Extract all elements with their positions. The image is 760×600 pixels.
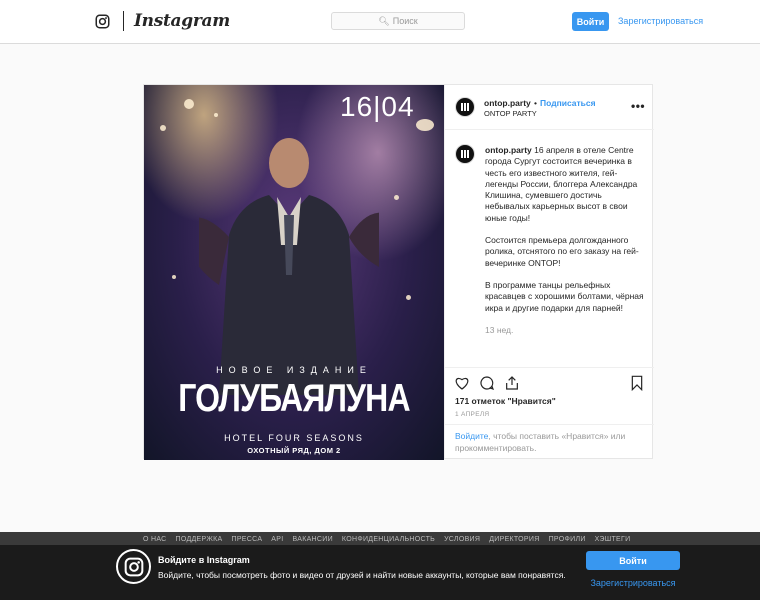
top-navigation-bar: Instagram 🔍︎ Поиск Войти Зарегистрироват… xyxy=(0,0,760,44)
login-banner: Войдите в Instagram Войдите, чтобы посмо… xyxy=(0,545,760,600)
login-prompt: Войдите, чтобы поставить «Нравится» или … xyxy=(445,424,654,454)
camera-glyph-icon xyxy=(95,14,110,28)
footer-link-profiles[interactable]: ПРОФИЛИ xyxy=(549,536,586,543)
banner-title: Войдите в Instagram xyxy=(158,555,250,565)
footer-link-api[interactable]: API xyxy=(271,536,283,543)
post-sidebar: ontop.party • Подписаться ONTOP PARTY ••… xyxy=(444,85,654,458)
share-icon[interactable] xyxy=(504,375,520,391)
image-date-text: 16|04 xyxy=(340,91,415,122)
man-figure-illustration xyxy=(199,138,379,395)
image-venue-text: HOTEL FOUR SEASONS xyxy=(224,433,364,443)
caption-time-ago[interactable]: 13 нед. xyxy=(485,325,645,336)
caption-paragraph-2: Состоится премьера долгожданного ролика,… xyxy=(485,235,639,268)
footer-link-hashtags[interactable]: ХЭШТЕГИ xyxy=(595,536,631,543)
image-address-text: ОХОТНЫЙ РЯД, ДОМ 2 xyxy=(247,446,341,455)
light-spark xyxy=(184,99,194,109)
search-icon: 🔍︎ xyxy=(378,15,390,26)
light-spark xyxy=(394,195,399,200)
comment-icon[interactable] xyxy=(479,375,495,391)
caption-paragraph-1: 16 апреля в отеле Centre города Сургут с… xyxy=(485,145,638,223)
logo-divider xyxy=(123,11,124,31)
post-header: ontop.party • Подписаться ONTOP PARTY ••… xyxy=(445,85,654,130)
post-date[interactable]: 1 АПРЕЛЯ xyxy=(455,411,489,418)
search-input[interactable]: 🔍︎ Поиск xyxy=(331,12,465,30)
footer-link-directory[interactable]: ДИРЕКТОРИЯ xyxy=(489,536,539,543)
light-spark xyxy=(416,119,434,131)
follow-button[interactable]: Подписаться xyxy=(540,98,596,108)
post-caption: ontop.party 16 апреля в отеле Centre гор… xyxy=(485,145,645,347)
light-spark xyxy=(172,275,176,279)
footer-link-privacy[interactable]: КОНФИДЕНЦИАЛЬНОСТЬ xyxy=(342,536,435,543)
caption-paragraph-3: В программе танцы рельефных красавцев с … xyxy=(485,279,644,313)
footer-link-support[interactable]: ПОДДЕРЖКА xyxy=(176,536,223,543)
instagram-wordmark: Instagram xyxy=(134,11,230,31)
footer-link-jobs[interactable]: ВАКАНСИИ xyxy=(292,536,332,543)
header-signup-link[interactable]: Зарегистрироваться xyxy=(618,16,703,26)
instagram-logo[interactable]: Instagram xyxy=(95,11,230,31)
banner-signup-link[interactable]: Зарегистрироваться xyxy=(586,578,680,588)
caption-username[interactable]: ontop.party xyxy=(485,145,532,155)
post-actions: 171 отметок "Нравится" 1 АПРЕЛЯ Войдите,… xyxy=(445,367,654,458)
footer-link-terms[interactable]: УСЛОВИЯ xyxy=(444,536,480,543)
more-options-icon[interactable]: ••• xyxy=(631,99,645,113)
caption-avatar[interactable] xyxy=(455,144,475,164)
image-subtitle-text: НОВОЕ ИЗДАНИЕ xyxy=(216,365,372,375)
like-heart-icon[interactable] xyxy=(454,375,470,391)
separator-dot: • xyxy=(534,98,537,108)
post-card: 16|04 НОВОЕ ИЗДАНИЕ ГОЛУБАЯЛУНА HOTEL FO… xyxy=(143,84,654,460)
ontop-logo-icon xyxy=(461,103,469,111)
post-location[interactable]: ONTOP PARTY xyxy=(484,109,537,118)
image-title-text: ГОЛУБАЯЛУНА xyxy=(178,377,410,420)
avatar[interactable] xyxy=(455,97,475,117)
login-prompt-link[interactable]: Войдите xyxy=(455,431,488,441)
post-image[interactable]: 16|04 НОВОЕ ИЗДАНИЕ ГОЛУБАЯЛУНА HOTEL FO… xyxy=(144,85,444,460)
footer-link-press[interactable]: ПРЕССА xyxy=(232,536,263,543)
likes-count[interactable]: 171 отметок "Нравится" xyxy=(455,396,556,406)
banner-text: Войдите, чтобы посмотреть фото и видео о… xyxy=(158,570,566,580)
footer-links: О НАС ПОДДЕРЖКА ПРЕССА API ВАКАНСИИ КОНФ… xyxy=(143,536,630,543)
footer-link-about[interactable]: О НАС xyxy=(143,536,167,543)
post-username[interactable]: ontop.party xyxy=(484,98,531,108)
header-login-button[interactable]: Войти xyxy=(572,12,609,31)
light-spark xyxy=(160,125,166,131)
banner-login-button[interactable]: Войти xyxy=(586,551,680,570)
instagram-camera-icon xyxy=(116,549,151,584)
bookmark-icon[interactable] xyxy=(629,375,645,391)
light-spark xyxy=(214,113,218,117)
light-spark xyxy=(406,295,411,300)
ontop-logo-icon xyxy=(461,150,469,158)
search-placeholder: Поиск xyxy=(392,16,418,26)
